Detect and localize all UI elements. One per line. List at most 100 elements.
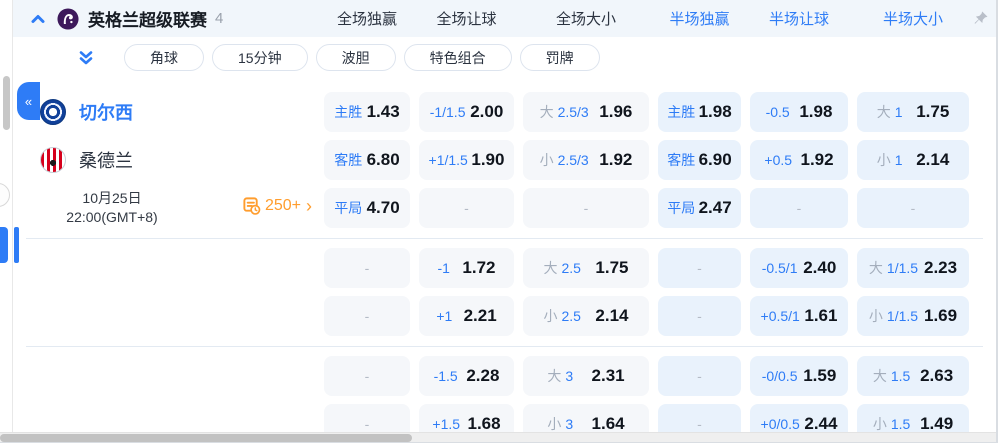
odds-cell[interactable]: +1 2.21	[419, 296, 514, 336]
odds-selection-label: 客胜	[667, 152, 696, 168]
odds-cell[interactable]: -1.5 2.28	[419, 356, 514, 396]
market-tab-ft-totals[interactable]: 全场大小	[523, 8, 649, 29]
pill-correct-score[interactable]: 波胆	[315, 44, 396, 71]
match-meta-row: 10月25日 22:00(GMT+8) 250+ ›	[13, 188, 324, 228]
empty-dash: -	[364, 368, 370, 384]
pin-icon[interactable]	[973, 10, 989, 26]
odds-cell-empty: -	[750, 188, 848, 228]
odds-selection-label: 小 1/1.5	[869, 306, 918, 326]
pill-corners[interactable]: 角球	[124, 44, 204, 71]
main-odds-band: 切尔西 桑德兰 10月25日 22:00(GMT+8) 250+ › 主胜 1.…	[13, 92, 996, 228]
content: 英格兰超级联赛 4 全场独赢 全场让球 全场大小 半场独赢 半场让球 半场大小	[13, 0, 996, 442]
home-team-row[interactable]: 切尔西	[13, 92, 324, 132]
over-under-line: 2.5	[561, 308, 581, 324]
market-tab-ht-1x2[interactable]: 半场独赢	[658, 8, 741, 29]
odds-cell[interactable]: 主胜 1.43	[324, 92, 410, 132]
empty-dash: -	[364, 260, 370, 276]
over-under-direction: 小	[543, 308, 558, 324]
odds-cell[interactable]: 大 2.5 1.75	[523, 248, 649, 288]
odds-value: 1.61	[804, 306, 838, 325]
odds-selection-label: 平局	[334, 200, 363, 216]
odds-cell[interactable]: -0.5/1 2.40	[750, 248, 848, 288]
odds-selection-label: 大1	[877, 102, 903, 122]
expand-more-markets-icon[interactable]	[77, 49, 95, 67]
over-under-direction: 小	[539, 152, 554, 168]
odds-cell[interactable]: +1/1.5 1.90	[419, 140, 514, 180]
over-under-line: 1	[894, 104, 903, 120]
odds-cell[interactable]: -1/1.5 2.00	[419, 92, 514, 132]
odds-cell[interactable]: 小 1 2.14	[857, 140, 969, 180]
odds-selection-label: 小 2.5	[543, 306, 580, 326]
over-under-line: 1	[894, 152, 903, 168]
odds-selection-label: -0/0.5	[761, 368, 798, 384]
empty-dash: -	[697, 260, 702, 276]
away-team-row[interactable]: 桑德兰	[13, 140, 324, 180]
odds-cell[interactable]: 小 2.5 2.14	[523, 296, 649, 336]
odds-cell[interactable]: 大 3 2.31	[523, 356, 649, 396]
empty-dash: -	[910, 200, 916, 216]
collapse-panel-tab[interactable]: «	[17, 82, 40, 120]
odds-cell[interactable]: 客胜 6.90	[658, 140, 741, 180]
odds-cell[interactable]: 平局 4.70	[324, 188, 410, 228]
more-markets-link[interactable]: 250+ ›	[242, 196, 312, 215]
market-tab-ft-handicap[interactable]: 全场让球	[419, 8, 514, 29]
odds-value: 2.44	[804, 414, 838, 433]
over-under-line: 1.5	[890, 416, 911, 432]
market-tab-ft-1x2[interactable]: 全场独赢	[324, 8, 410, 29]
odds-cell[interactable]: 客胜 6.80	[324, 140, 410, 180]
odds-value: 1.92	[599, 150, 633, 169]
over-under-line: 3	[565, 416, 574, 432]
over-under-direction: 大	[868, 260, 883, 276]
odds-selection-label: +1.5	[432, 416, 461, 432]
rail-active-indicator	[0, 227, 8, 263]
over-under-line: 2.5	[561, 260, 581, 276]
odds-cell-empty: -	[658, 248, 741, 288]
odds-cell-empty: -	[658, 356, 741, 396]
alt-odds-band-2: - -1.5 2.28 大 3 2.31- -0/0.5 1.59 大 1.5 2.63- +1.5 1…	[13, 356, 996, 442]
over-under-direction: 小	[868, 308, 883, 324]
collapse-league-icon[interactable]	[30, 11, 46, 27]
empty-dash: -	[697, 308, 702, 324]
vertical-scrollbar-thumb[interactable]	[3, 76, 10, 130]
odds-cell[interactable]: 大 1.5 2.63	[857, 356, 969, 396]
over-under-line: 2.5/3	[557, 152, 589, 168]
odds-cell[interactable]: 大 1/1.5 2.23	[857, 248, 969, 288]
spacer-column	[13, 248, 324, 336]
odds-value: 1.59	[803, 366, 837, 385]
over-under-line: 3	[565, 368, 574, 384]
odds-value: 2.14	[595, 306, 629, 325]
odds-selection-label: -1/1.5	[429, 104, 466, 120]
pill-15min[interactable]: 15分钟	[212, 44, 308, 71]
odds-selection-label: +1/1.5	[428, 152, 468, 168]
odds-selection-label: 大 2.5	[543, 258, 580, 278]
empty-dash: -	[364, 308, 370, 324]
odds-cell[interactable]: 平局 2.47	[658, 188, 741, 228]
odds-value: 2.28	[466, 366, 500, 385]
odds-cell[interactable]: +0.5/1 1.61	[750, 296, 848, 336]
odds-value: 1.98	[799, 102, 833, 121]
odds-value: 1.96	[599, 102, 633, 121]
odds-cell[interactable]: +0.5 1.92	[750, 140, 848, 180]
odds-cell[interactable]: 小 2.5/3 1.92	[523, 140, 649, 180]
odds-cell[interactable]: 小 1/1.5 1.69	[857, 296, 969, 336]
odds-cell[interactable]: -1 1.72	[419, 248, 514, 288]
pill-specials[interactable]: 特色组合	[403, 44, 512, 71]
odds-cell-empty: -	[324, 248, 410, 288]
market-tab-ht-handicap[interactable]: 半场让球	[750, 8, 848, 29]
market-tab-ht-totals[interactable]: 半场大小	[857, 8, 969, 29]
odds-selection-label: 平局	[667, 200, 696, 216]
odds-selection-label: 大 1.5	[873, 366, 910, 386]
over-under-line: 2.5/3	[557, 104, 589, 120]
markets-list-icon	[243, 197, 261, 215]
odds-selection-label: -0.5/1	[761, 260, 798, 276]
odds-cell[interactable]: -0/0.5 1.59	[750, 356, 848, 396]
over-under-direction: 小	[876, 152, 891, 168]
odds-value: 1.49	[920, 414, 954, 433]
odds-cell[interactable]: -0.5 1.98	[750, 92, 848, 132]
odds-cell[interactable]: 大 2.5/3 1.96	[523, 92, 649, 132]
odds-cell[interactable]: 主胜 1.98	[658, 92, 741, 132]
odds-cell[interactable]: 大 1 1.75	[857, 92, 969, 132]
horizontal-scrollbar-thumb[interactable]	[0, 434, 412, 442]
pill-cards[interactable]: 罚牌	[519, 44, 600, 71]
odds-value: 2.14	[916, 150, 950, 169]
